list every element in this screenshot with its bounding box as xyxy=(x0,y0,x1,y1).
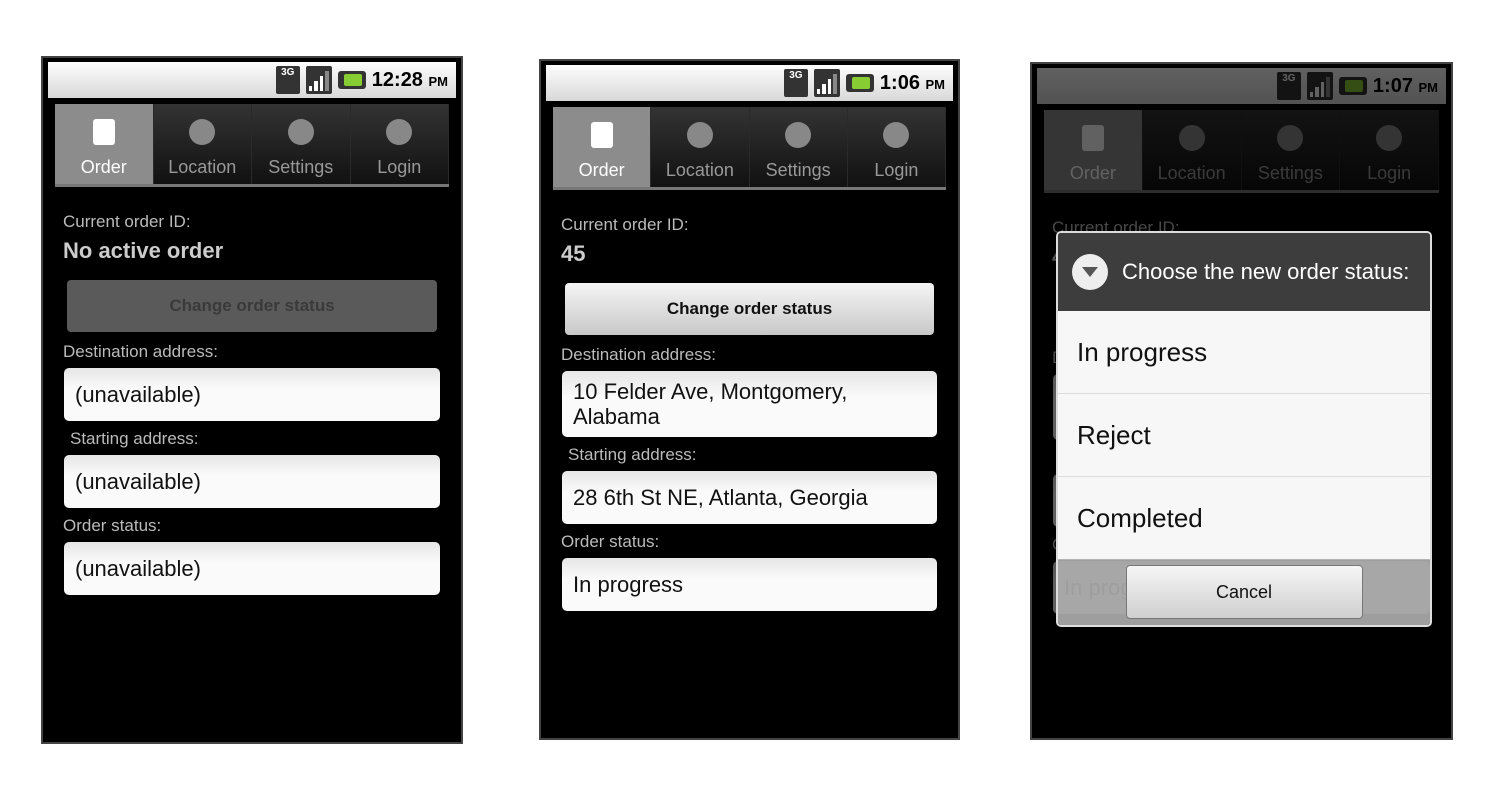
destination-address-label: Destination address: xyxy=(561,345,716,364)
signal-icon xyxy=(813,69,840,97)
tab-label: Order xyxy=(578,160,625,180)
dialog-button-bar: Cancel xyxy=(1058,559,1430,625)
starting-address-label: Starting address: xyxy=(70,429,199,448)
tab-label: Login xyxy=(377,157,422,177)
destination-address-label: Destination address: xyxy=(63,342,218,361)
dropdown-circle-icon xyxy=(1072,254,1108,290)
tab-label: Settings xyxy=(765,160,831,180)
current-order-id-label: Current order ID: xyxy=(63,212,191,231)
tab-login[interactable]: Login xyxy=(847,107,946,187)
order-form: Current order ID: No active order Change… xyxy=(43,204,461,595)
starting-address-field[interactable]: 28 6th St NE, Atlanta, Georgia xyxy=(562,471,937,524)
tab-location[interactable]: Location xyxy=(153,104,252,184)
change-order-status-button[interactable]: Change order status xyxy=(565,283,934,335)
tab-label: Settings xyxy=(268,157,334,177)
tab-location[interactable]: Location xyxy=(651,107,750,187)
order-form: Current order ID: 45 Change order status… xyxy=(541,207,958,611)
phone-screen: 3G 1:06 PM Order Location Settings Login Cu… xyxy=(539,59,960,740)
clock-ampm: PM xyxy=(925,76,946,92)
tab-label: Location xyxy=(665,160,734,180)
phone-screen: 3G 12:28 PM Order Location Settings Login C… xyxy=(41,56,463,744)
order-list-icon xyxy=(590,122,613,148)
order-status-label: Order status: xyxy=(63,516,162,535)
destination-address-field[interactable]: (unavailable) xyxy=(64,368,440,421)
destination-address-field[interactable]: 10 Felder Ave, Montgomery, Alabama xyxy=(562,371,937,437)
settings-icon xyxy=(785,122,812,148)
starting-address-label: Starting address: xyxy=(568,445,697,464)
order-status-dialog: Choose the new order status: In progress… xyxy=(1056,231,1432,627)
key-icon xyxy=(883,122,910,148)
cancel-button[interactable]: Cancel xyxy=(1125,565,1363,619)
tab-label: Location xyxy=(168,157,237,177)
signal-icon xyxy=(305,66,332,94)
battery-charging-icon xyxy=(845,74,874,92)
order-list-icon xyxy=(92,119,115,145)
tab-bar: Order Location Settings Login xyxy=(553,107,946,190)
current-order-id-value: No active order xyxy=(63,238,224,263)
network-3g-icon: 3G xyxy=(275,66,300,94)
tab-settings[interactable]: Settings xyxy=(749,107,848,187)
dialog-title-bar: Choose the new order status: xyxy=(1058,233,1430,311)
battery-charging-icon xyxy=(337,71,366,89)
clock-ampm: PM xyxy=(428,73,449,89)
current-order-id-label: Current order ID: xyxy=(561,215,689,234)
status-bar: 3G 1:06 PM xyxy=(546,65,953,101)
compass-icon xyxy=(686,122,713,148)
status-bar: 3G 12:28 PM xyxy=(48,62,456,98)
network-3g-icon: 3G xyxy=(783,69,808,97)
tab-order[interactable]: Order xyxy=(55,104,154,184)
status-option-completed[interactable]: Completed xyxy=(1058,477,1430,560)
clock-time: 1:06 xyxy=(879,71,920,94)
clock: 12:28 PM xyxy=(372,69,448,92)
order-status-label: Order status: xyxy=(561,532,660,551)
dialog-title: Choose the new order status: xyxy=(1122,259,1410,284)
tab-label: Order xyxy=(80,157,127,177)
clock-time: 12:28 xyxy=(371,68,423,91)
starting-address-field[interactable]: (unavailable) xyxy=(64,455,440,508)
tab-order[interactable]: Order xyxy=(553,107,652,187)
status-option-reject[interactable]: Reject xyxy=(1058,394,1430,477)
tab-bar: Order Location Settings Login xyxy=(55,104,449,187)
key-icon xyxy=(386,119,413,145)
tab-settings[interactable]: Settings xyxy=(252,104,351,184)
settings-icon xyxy=(287,119,314,145)
status-option-in-progress[interactable]: In progress xyxy=(1058,311,1430,394)
tab-login[interactable]: Login xyxy=(350,104,449,184)
order-status-field[interactable]: In progress xyxy=(562,558,937,611)
change-order-status-button[interactable]: Change order status xyxy=(67,280,437,332)
clock: 1:06 PM xyxy=(880,72,945,95)
order-status-field[interactable]: (unavailable) xyxy=(64,542,440,595)
compass-icon xyxy=(189,119,216,145)
phone-screen: 3G 1:07 PM OrderLocationSettingsLogin Cu… xyxy=(1030,62,1453,740)
current-order-id-value: 45 xyxy=(561,241,586,266)
tab-label: Login xyxy=(874,160,919,180)
